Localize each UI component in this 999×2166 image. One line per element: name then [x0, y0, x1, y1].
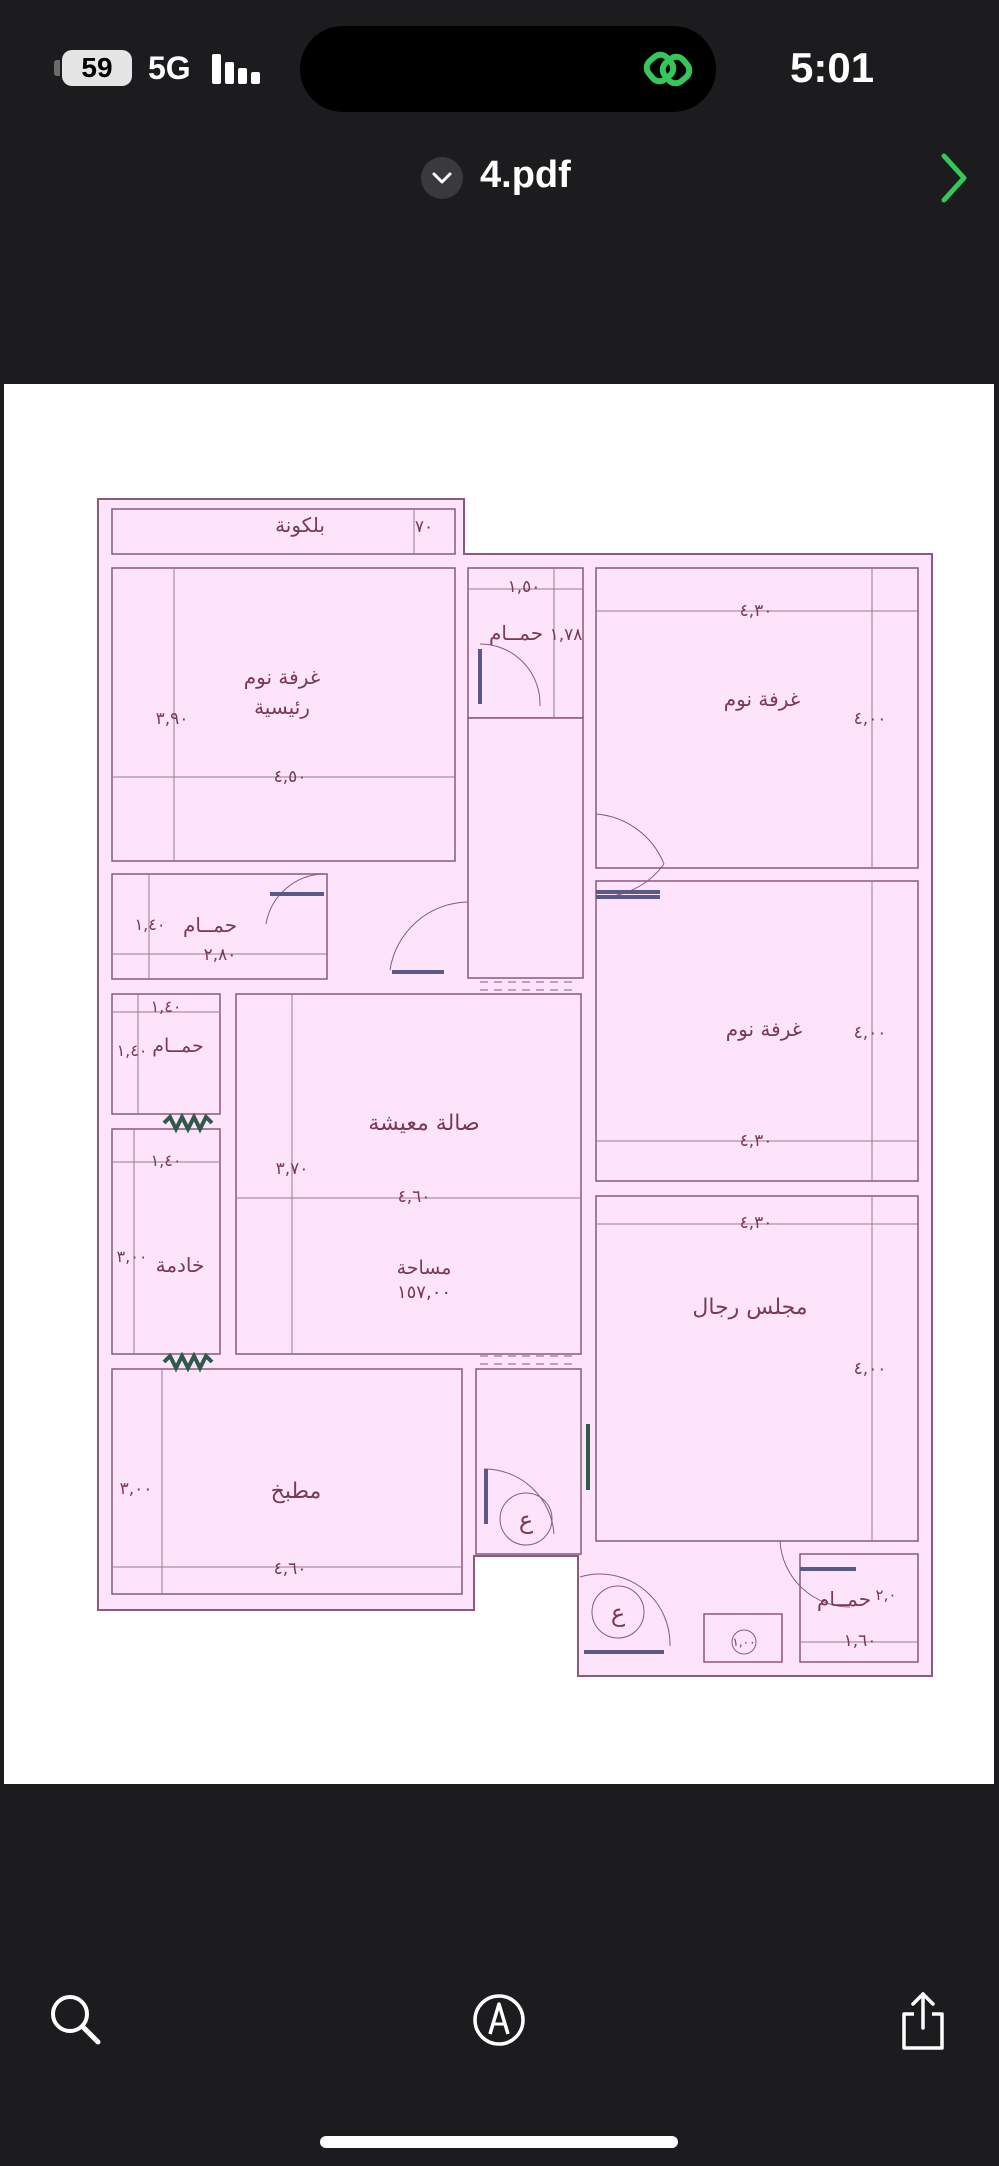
dim-kitchen-h: ٣,٠٠ — [120, 1479, 153, 1499]
label-stair-2: ع — [611, 1599, 626, 1627]
dim-balcony: ٧٠ — [415, 517, 433, 537]
pdf-page[interactable]: بلكونة غرفة نوم رئيسية غرفة نوم غرفة نوم… — [4, 384, 994, 1784]
dim-bath-right-h: ٢,٠ — [876, 1586, 897, 1604]
chevron-down-icon — [432, 172, 452, 184]
dim-kitchen-w: ٤,٦٠ — [274, 1559, 307, 1579]
dim-maid-h: ٣,٠٠ — [117, 1247, 148, 1266]
search-icon[interactable] — [48, 1990, 104, 2050]
label-kitchen: مطبخ — [271, 1479, 322, 1504]
dim-majlis-w: ٤,٣٠ — [740, 1213, 773, 1233]
dim-master-h: ٣,٩٠ — [156, 709, 189, 729]
dim-bed-top-h: ٤,٠٠ — [854, 709, 887, 729]
status-bar: 59 5G 5:01 — [0, 0, 999, 140]
dim-small-bath-h: ١,٤٠ — [117, 1041, 148, 1060]
dim-living-w: ٤,٦٠ — [398, 1187, 431, 1207]
label-balcony: بلكونة — [275, 513, 325, 537]
dim-bath-left-w: ٢,٨٠ — [204, 945, 237, 965]
link-sync-icon — [643, 51, 693, 87]
label-master-bedroom-1: غرفة نوم — [244, 665, 320, 689]
document-header: 4.pdf — [0, 150, 999, 210]
dim-majlis-h: ٤,٠٠ — [854, 1359, 887, 1379]
dim-bath-left-h: ١,٤٠ — [135, 915, 166, 934]
chevron-right-icon[interactable] — [936, 150, 972, 206]
network-type: 5G — [148, 50, 191, 86]
label-bath-top: حمــام — [489, 621, 543, 645]
dim-living-h: ٣,٧٠ — [276, 1159, 309, 1179]
title-menu-button[interactable] — [421, 157, 463, 199]
label-bath-right: حمــام — [817, 1587, 871, 1611]
bottom-toolbar — [0, 1990, 999, 2090]
floor-plan: بلكونة غرفة نوم رئيسية غرفة نوم غرفة نوم… — [97, 498, 933, 1677]
dim-master-w: ٤,٥٠ — [274, 767, 307, 787]
label-maid: خادمة — [156, 1253, 205, 1277]
dim-bath-right-w: ١,٦٠ — [844, 1631, 877, 1651]
label-bath-left: حمــام — [183, 913, 237, 937]
label-living: صالة معيشة — [368, 1111, 479, 1136]
label-area-value: ١٥٧,٠٠ — [397, 1282, 451, 1303]
dim-bed-top-w: ٤,٣٠ — [740, 601, 773, 621]
dim-bed-mid-w: ٤,٣٠ — [740, 1131, 773, 1151]
signal-icon — [212, 52, 264, 84]
label-area: مساحة — [397, 1257, 452, 1279]
dim-small-bath-w: ١,٤٠ — [151, 997, 182, 1016]
dynamic-island — [300, 26, 716, 112]
document-title[interactable]: 4.pdf — [480, 154, 571, 197]
label-master-bedroom-2: رئيسية — [254, 695, 310, 719]
dim-bath-top-h: ١,٧٨ — [550, 625, 583, 645]
dim-vent: ١,٠٠ — [732, 1635, 755, 1649]
label-majlis: مجلس رجال — [692, 1295, 807, 1320]
share-icon[interactable] — [898, 1990, 948, 2052]
battery-indicator: 59 — [54, 50, 132, 86]
home-indicator[interactable] — [320, 2136, 678, 2148]
label-bath-small: حمــام — [152, 1035, 203, 1057]
label-bedroom-mid: غرفة نوم — [726, 1017, 802, 1041]
label-stair-1: ع — [519, 1506, 534, 1534]
label-bedroom-top: غرفة نوم — [724, 687, 800, 711]
markup-icon[interactable] — [471, 1990, 527, 2050]
dim-bed-mid-h: ٤,٠٠ — [854, 1023, 887, 1043]
dim-maid-w: ١,٤٠ — [151, 1151, 182, 1170]
dim-bath-top-w: ١,٥٠ — [508, 577, 541, 597]
clock: 5:01 — [790, 44, 875, 91]
